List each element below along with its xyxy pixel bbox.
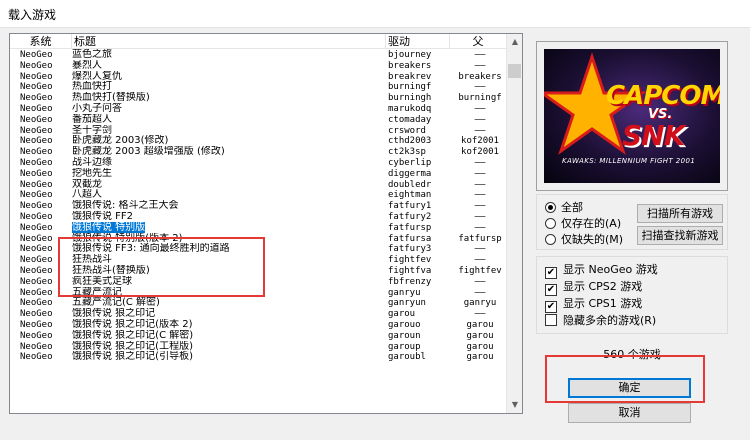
title-bar: 载入游戏 [0,0,750,28]
column-system[interactable]: 系统 [10,34,72,49]
checkbox-hide-redundant-icon[interactable] [545,314,557,326]
logo-snk: SNK [622,119,685,152]
scan-new-button[interactable]: 扫描查找新游戏 [637,226,723,245]
checkbox-cps1[interactable]: ✔ 显示 CPS1 游戏 [545,297,642,313]
cell-driver: garoubl [388,352,426,363]
column-parent[interactable]: 父 [450,34,507,49]
list-scrollbar[interactable]: ▲ ▼ [506,34,522,413]
scroll-up-icon[interactable]: ▲ [507,34,522,50]
column-title[interactable]: 标题 [72,34,386,49]
checkbox-cps2-icon[interactable]: ✔ [545,284,557,296]
logo-subtitle: KAWAKS: MILLENNIUM FIGHT 2001 [562,157,696,165]
filter-group: 全部 仅存在的(A) 仅缺失的(M) 扫描所有游戏 扫描查找新游戏 [536,194,728,250]
game-count: 560 个游戏 [603,348,661,361]
list-rows: NeoGeo 蓝色之旅 bjourney —— NeoGeo 暴烈人 breakers —— N… [10,49,507,363]
table-row[interactable]: NeoGeo 饿狼传说 狼之印记(引导板) garoubl garou [10,351,507,363]
game-preview-image: CAPCOM VS. SNK KAWAKS: MILLENNIUM FIGHT … [544,49,720,183]
scroll-down-icon[interactable]: ▼ [507,397,522,413]
radio-missing[interactable]: 仅缺失的(M) [545,233,623,247]
scroll-thumb[interactable] [508,64,521,78]
cell-title: 饿狼传说 狼之印记(引导板) [72,351,193,363]
checkbox-hide-redundant[interactable]: 隐藏多余的游戏(R) [545,314,656,328]
radio-available[interactable]: 仅存在的(A) [545,217,621,231]
cell-parent: garou [466,352,494,363]
show-options-group: ✔ 显示 NeoGeo 游戏 ✔ 显示 CPS2 游戏 ✔ 显示 CPS1 游戏 隐藏… [536,256,728,334]
checkbox-cps2[interactable]: ✔ 显示 CPS2 游戏 [545,280,642,296]
game-list[interactable]: 系统 标题 驱动 父 NeoGeo 蓝色之旅 bjourney —— NeoGeo 暴烈人… [9,33,523,414]
ok-button[interactable]: 确定 [568,378,691,398]
radio-all-icon[interactable] [545,202,556,213]
window-title: 载入游戏 [8,8,57,22]
cancel-button[interactable]: 取消 [568,403,691,423]
checkbox-cps1-icon[interactable]: ✔ [545,301,557,313]
game-preview-frame: CAPCOM VS. SNK KAWAKS: MILLENNIUM FIGHT … [536,41,728,191]
radio-missing-icon[interactable] [545,234,556,245]
radio-all[interactable]: 全部 [545,201,583,215]
list-header: 系统 标题 驱动 父 [10,34,507,49]
scan-all-button[interactable]: 扫描所有游戏 [637,204,723,223]
checkbox-neogeo-icon[interactable]: ✔ [545,267,557,279]
radio-available-icon[interactable] [545,218,556,229]
column-driver[interactable]: 驱动 [386,34,450,49]
cell-system: NeoGeo [20,352,53,363]
checkbox-neogeo[interactable]: ✔ 显示 NeoGeo 游戏 [545,263,658,279]
